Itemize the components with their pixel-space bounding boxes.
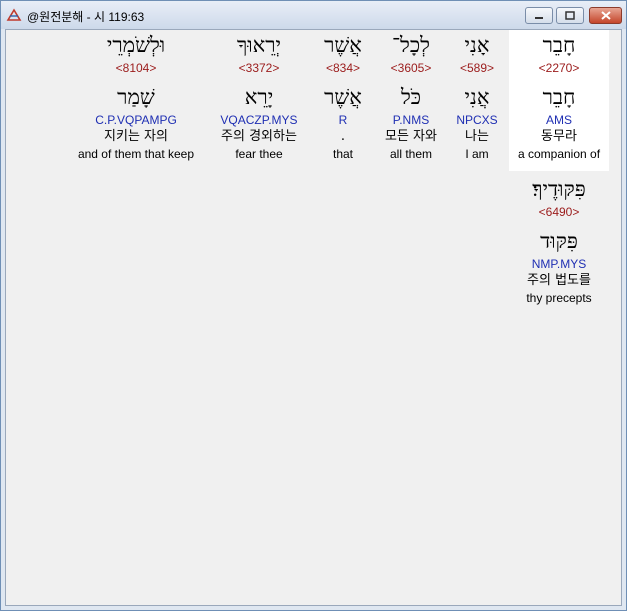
window-title: @원전분해 - 시 119:63 — [27, 10, 145, 24]
minimize-icon — [535, 16, 543, 19]
english-gloss: fear thee — [235, 147, 283, 161]
strong-number[interactable]: <3372> — [204, 60, 314, 76]
parsing-code: VQACZP.MYS — [220, 113, 298, 127]
korean-gloss: 지키는 자의 — [104, 129, 168, 144]
korean-gloss: 주의 경외하는 — [221, 129, 297, 144]
strong-number[interactable]: <8104> — [68, 60, 204, 76]
english-gloss: thy precepts — [526, 291, 592, 305]
maximize-button[interactable] — [556, 7, 584, 24]
hebrew-word: יְרֵאוּךָ — [236, 33, 282, 57]
close-button[interactable] — [589, 7, 622, 24]
word-column[interactable]: יְרֵאוּךָ <3372> יָרֵא VQACZP.MYS 주의 경외하… — [204, 30, 314, 162]
app-icon — [6, 8, 22, 21]
hebrew-lemma: פִּקּוּד — [540, 229, 578, 253]
parsing-code: C.P.VQPAMPG — [95, 113, 177, 127]
title-bar[interactable]: @원전분해 - 시 119:63 — [1, 1, 626, 29]
close-icon — [600, 11, 611, 20]
word-column[interactable]: פִּקּוּדֶיךָ׃ <6490> פִּקּוּד NMP.MYS 주의… — [509, 174, 609, 306]
interlinear-panel: חָבֵר <2270> חָבֵר AMS 동무라 a companion o… — [5, 29, 622, 606]
hebrew-lemma: יָרֵא — [244, 85, 274, 109]
hebrew-lemma: שָׁמַר — [117, 85, 155, 109]
word-column[interactable]: וּלְשֹׁמְרֵי <8104> שָׁמַר C.P.VQPAMPG 지… — [68, 30, 204, 162]
parsing-code: NMP.MYS — [531, 257, 587, 271]
maximize-icon — [565, 11, 575, 20]
korean-gloss: 주의 법도를 — [527, 273, 591, 288]
app-window: @원전분해 - 시 119:63 חָבֵר <2270> חָבֵר AMS … — [0, 0, 627, 611]
hebrew-word: וּלְשֹׁמְרֵי — [106, 33, 166, 57]
hebrew-word: פִּקּוּדֶיךָ׃ — [532, 177, 586, 201]
minimize-button[interactable] — [525, 7, 553, 24]
english-gloss: and of them that keep — [77, 147, 195, 161]
strong-number[interactable]: <6490> — [509, 204, 609, 220]
